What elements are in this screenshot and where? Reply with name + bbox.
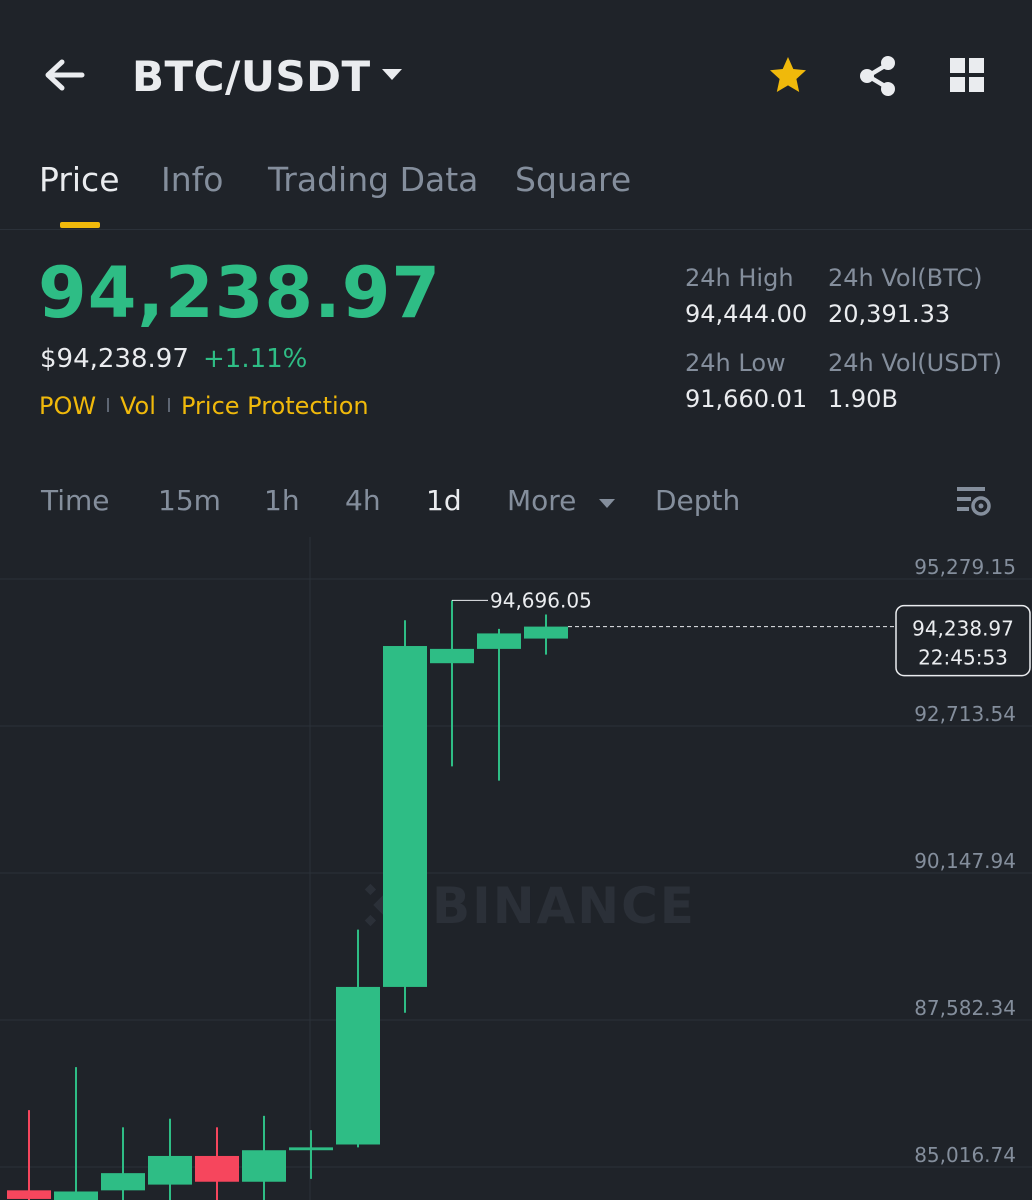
candle [383,620,427,1013]
stat-vol-btc-label: 24h Vol(BTC) [828,264,983,292]
pair-dropdown-button[interactable] [380,66,404,82]
candle-body [7,1190,51,1199]
timeframe-more[interactable]: More [507,484,576,517]
y-axis-tick-label: 85,016.74 [914,1143,1016,1167]
share-icon [860,56,895,96]
grid-icon [950,58,984,92]
chart-settings-button[interactable] [955,484,991,518]
candle [336,929,380,1148]
candle [195,1127,239,1200]
pair-title[interactable]: BTC/USDT [132,52,371,101]
current-price-label: 94,238.97 [912,617,1014,641]
tab-square[interactable]: Square [515,160,631,199]
back-arrow-icon [45,59,85,91]
tab-price[interactable]: Price [39,160,120,199]
candle [148,1118,192,1200]
candle-body [336,986,380,1145]
y-axis-tick-label: 90,147.94 [914,849,1016,873]
high-price-label: 94,696.05 [490,588,592,612]
stat-vol-usdt-value: 1.90B [828,385,898,413]
tag-separator [107,398,109,412]
stat-high-label: 24h High [685,264,794,292]
stat-low-value: 91,660.01 [685,385,808,413]
stat-vol-usdt-label: 24h Vol(USDT) [828,349,1002,377]
back-button[interactable] [40,50,92,102]
candlestick-chart[interactable]: BINANCE 95,279.15 92,713.54 90,147.94 87,58… [0,537,1032,1200]
candle-body [383,646,427,987]
candle-body [148,1155,192,1185]
candle [54,1067,98,1200]
y-axis-tick-label: 95,279.15 [914,555,1016,579]
candle [289,1130,333,1179]
candle [430,600,474,767]
timeframe-4h[interactable]: 4h [345,484,381,517]
grid-menu-button[interactable] [946,52,990,100]
candle [7,1110,51,1200]
candle-countdown: 22:45:53 [918,646,1008,670]
fiat-price: $94,238.97 [40,344,189,374]
timeframe-15m[interactable]: 15m [158,484,221,517]
candle-body [430,648,474,664]
candle [242,1115,286,1200]
tag-price-protection[interactable]: Price Protection [181,392,369,420]
timeframe-1d[interactable]: 1d [426,484,462,517]
stat-low-label: 24h Low [685,349,786,377]
candle-body [289,1147,333,1151]
dropdown-caret-icon [599,499,615,508]
tab-trading-data[interactable]: Trading Data [268,160,478,199]
candle-body [242,1150,286,1182]
favorite-button[interactable] [766,52,810,100]
active-tab-indicator [60,222,100,228]
stat-vol-btc-value: 20,391.33 [828,300,951,328]
tag-separator [168,398,170,412]
candle-body [54,1191,98,1200]
y-axis-tick-label: 92,713.54 [914,702,1016,726]
candle [101,1127,145,1200]
candle-body [101,1173,145,1191]
candle-body [477,633,521,649]
dropdown-caret-icon [382,69,402,80]
tag-vol[interactable]: Vol [120,392,156,420]
star-icon [770,57,806,92]
watermark-text: BINANCE [432,877,696,935]
timeframe-time[interactable]: Time [41,484,110,517]
candle [477,628,521,781]
depth-tab[interactable]: Depth [655,484,740,517]
share-button[interactable] [856,52,900,100]
tab-divider [0,229,1032,230]
more-dropdown-button[interactable] [598,494,616,508]
tag-pow[interactable]: POW [39,392,96,420]
timeframe-1h[interactable]: 1h [264,484,300,517]
price-change-percent: +1.11% [203,344,308,374]
chart-settings-icon [957,487,991,516]
candle-body [195,1155,239,1182]
last-price: 94,238.97 [38,252,442,334]
tab-info[interactable]: Info [161,160,223,199]
y-axis-tick-label: 87,582.34 [914,996,1016,1020]
candle [524,614,568,655]
stat-high-value: 94,444.00 [685,300,808,328]
candle-body [524,626,568,639]
